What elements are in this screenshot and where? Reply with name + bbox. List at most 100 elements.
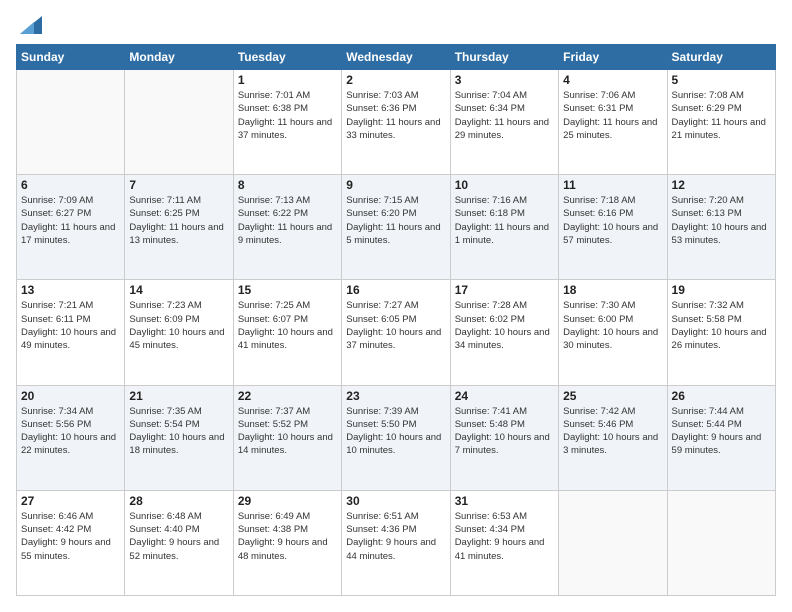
day-info: Sunrise: 7:39 AM Sunset: 5:50 PM Dayligh…	[346, 405, 445, 458]
day-number: 12	[672, 178, 771, 192]
logo-icon	[20, 16, 42, 34]
logo	[16, 16, 42, 34]
day-header-thursday: Thursday	[450, 45, 558, 70]
calendar-cell: 3 Sunrise: 7:04 AM Sunset: 6:34 PM Daylig…	[450, 70, 558, 175]
day-info: Sunrise: 7:20 AM Sunset: 6:13 PM Dayligh…	[672, 194, 771, 247]
day-number: 7	[129, 178, 228, 192]
calendar-table: SundayMondayTuesdayWednesdayThursdayFrid…	[16, 44, 776, 596]
day-info: Sunrise: 7:42 AM Sunset: 5:46 PM Dayligh…	[563, 405, 662, 458]
calendar-cell: 29 Sunrise: 6:49 AM Sunset: 4:38 PM Dayli…	[233, 490, 341, 595]
day-number: 17	[455, 283, 554, 297]
day-info: Sunrise: 7:35 AM Sunset: 5:54 PM Dayligh…	[129, 405, 228, 458]
day-info: Sunrise: 7:34 AM Sunset: 5:56 PM Dayligh…	[21, 405, 120, 458]
day-header-sunday: Sunday	[17, 45, 125, 70]
calendar-cell	[667, 490, 775, 595]
day-info: Sunrise: 7:32 AM Sunset: 5:58 PM Dayligh…	[672, 299, 771, 352]
calendar-cell: 14 Sunrise: 7:23 AM Sunset: 6:09 PM Dayli…	[125, 280, 233, 385]
day-number: 15	[238, 283, 337, 297]
day-info: Sunrise: 7:01 AM Sunset: 6:38 PM Dayligh…	[238, 89, 337, 142]
day-number: 19	[672, 283, 771, 297]
day-info: Sunrise: 6:49 AM Sunset: 4:38 PM Dayligh…	[238, 510, 337, 563]
day-header-wednesday: Wednesday	[342, 45, 450, 70]
calendar-cell: 21 Sunrise: 7:35 AM Sunset: 5:54 PM Dayli…	[125, 385, 233, 490]
day-number: 21	[129, 389, 228, 403]
calendar-week-row: 1 Sunrise: 7:01 AM Sunset: 6:38 PM Daylig…	[17, 70, 776, 175]
day-number: 9	[346, 178, 445, 192]
day-info: Sunrise: 7:30 AM Sunset: 6:00 PM Dayligh…	[563, 299, 662, 352]
day-number: 16	[346, 283, 445, 297]
day-number: 4	[563, 73, 662, 87]
day-info: Sunrise: 7:27 AM Sunset: 6:05 PM Dayligh…	[346, 299, 445, 352]
day-number: 30	[346, 494, 445, 508]
day-info: Sunrise: 7:28 AM Sunset: 6:02 PM Dayligh…	[455, 299, 554, 352]
day-header-monday: Monday	[125, 45, 233, 70]
day-info: Sunrise: 7:09 AM Sunset: 6:27 PM Dayligh…	[21, 194, 120, 247]
day-number: 8	[238, 178, 337, 192]
day-number: 29	[238, 494, 337, 508]
day-number: 26	[672, 389, 771, 403]
day-number: 18	[563, 283, 662, 297]
calendar-cell: 16 Sunrise: 7:27 AM Sunset: 6:05 PM Dayli…	[342, 280, 450, 385]
day-header-saturday: Saturday	[667, 45, 775, 70]
calendar-cell: 6 Sunrise: 7:09 AM Sunset: 6:27 PM Daylig…	[17, 175, 125, 280]
day-number: 31	[455, 494, 554, 508]
day-number: 24	[455, 389, 554, 403]
calendar-week-row: 27 Sunrise: 6:46 AM Sunset: 4:42 PM Dayli…	[17, 490, 776, 595]
calendar-cell: 9 Sunrise: 7:15 AM Sunset: 6:20 PM Daylig…	[342, 175, 450, 280]
calendar-week-row: 20 Sunrise: 7:34 AM Sunset: 5:56 PM Dayli…	[17, 385, 776, 490]
calendar-cell: 30Sunrise: 6:51 AM Sunset: 4:36 PM Dayli…	[342, 490, 450, 595]
day-info: Sunrise: 7:44 AM Sunset: 5:44 PM Dayligh…	[672, 405, 771, 458]
day-number: 6	[21, 178, 120, 192]
day-info: Sunrise: 7:04 AM Sunset: 6:34 PM Dayligh…	[455, 89, 554, 142]
day-number: 14	[129, 283, 228, 297]
day-number: 1	[238, 73, 337, 87]
day-info: Sunrise: 7:15 AM Sunset: 6:20 PM Dayligh…	[346, 194, 445, 247]
calendar-cell: 28 Sunrise: 6:48 AM Sunset: 4:40 PM Dayli…	[125, 490, 233, 595]
calendar-cell: 2Sunrise: 7:03 AM Sunset: 6:36 PM Daylig…	[342, 70, 450, 175]
day-info: Sunrise: 6:46 AM Sunset: 4:42 PM Dayligh…	[21, 510, 120, 563]
calendar-cell: 25 Sunrise: 7:42 AM Sunset: 5:46 PM Dayli…	[559, 385, 667, 490]
calendar-cell: 10Sunrise: 7:16 AM Sunset: 6:18 PM Dayli…	[450, 175, 558, 280]
day-number: 23	[346, 389, 445, 403]
calendar-week-row: 13Sunrise: 7:21 AM Sunset: 6:11 PM Dayli…	[17, 280, 776, 385]
day-number: 22	[238, 389, 337, 403]
day-number: 5	[672, 73, 771, 87]
calendar-cell: 26 Sunrise: 7:44 AM Sunset: 5:44 PM Dayli…	[667, 385, 775, 490]
day-number: 3	[455, 73, 554, 87]
calendar-cell: 1 Sunrise: 7:01 AM Sunset: 6:38 PM Daylig…	[233, 70, 341, 175]
day-info: Sunrise: 7:08 AM Sunset: 6:29 PM Dayligh…	[672, 89, 771, 142]
day-header-friday: Friday	[559, 45, 667, 70]
day-number: 20	[21, 389, 120, 403]
calendar-cell: 8Sunrise: 7:13 AM Sunset: 6:22 PM Daylig…	[233, 175, 341, 280]
calendar-cell: 23 Sunrise: 7:39 AM Sunset: 5:50 PM Dayli…	[342, 385, 450, 490]
calendar-cell: 19 Sunrise: 7:32 AM Sunset: 5:58 PM Dayli…	[667, 280, 775, 385]
calendar-cell: 17 Sunrise: 7:28 AM Sunset: 6:02 PM Dayli…	[450, 280, 558, 385]
day-info: Sunrise: 7:11 AM Sunset: 6:25 PM Dayligh…	[129, 194, 228, 247]
day-number: 28	[129, 494, 228, 508]
calendar-cell: 18 Sunrise: 7:30 AM Sunset: 6:00 PM Dayli…	[559, 280, 667, 385]
day-number: 25	[563, 389, 662, 403]
calendar-cell: 27 Sunrise: 6:46 AM Sunset: 4:42 PM Dayli…	[17, 490, 125, 595]
calendar-cell: 4 Sunrise: 7:06 AM Sunset: 6:31 PM Daylig…	[559, 70, 667, 175]
day-number: 2	[346, 73, 445, 87]
calendar-cell: 11Sunrise: 7:18 AM Sunset: 6:16 PM Dayli…	[559, 175, 667, 280]
calendar-cell	[559, 490, 667, 595]
day-info: Sunrise: 7:21 AM Sunset: 6:11 PM Dayligh…	[21, 299, 120, 352]
calendar-cell: 31Sunrise: 6:53 AM Sunset: 4:34 PM Dayli…	[450, 490, 558, 595]
day-info: Sunrise: 7:06 AM Sunset: 6:31 PM Dayligh…	[563, 89, 662, 142]
day-info: Sunrise: 7:25 AM Sunset: 6:07 PM Dayligh…	[238, 299, 337, 352]
day-info: Sunrise: 7:23 AM Sunset: 6:09 PM Dayligh…	[129, 299, 228, 352]
day-info: Sunrise: 6:48 AM Sunset: 4:40 PM Dayligh…	[129, 510, 228, 563]
day-info: Sunrise: 7:18 AM Sunset: 6:16 PM Dayligh…	[563, 194, 662, 247]
calendar-cell: 7 Sunrise: 7:11 AM Sunset: 6:25 PM Daylig…	[125, 175, 233, 280]
header	[16, 16, 776, 34]
calendar-cell: 5 Sunrise: 7:08 AM Sunset: 6:29 PM Daylig…	[667, 70, 775, 175]
page: SundayMondayTuesdayWednesdayThursdayFrid…	[0, 0, 792, 612]
calendar-cell: 22Sunrise: 7:37 AM Sunset: 5:52 PM Dayli…	[233, 385, 341, 490]
day-number: 27	[21, 494, 120, 508]
day-info: Sunrise: 7:16 AM Sunset: 6:18 PM Dayligh…	[455, 194, 554, 247]
calendar-cell: 20 Sunrise: 7:34 AM Sunset: 5:56 PM Dayli…	[17, 385, 125, 490]
calendar-week-row: 6 Sunrise: 7:09 AM Sunset: 6:27 PM Daylig…	[17, 175, 776, 280]
calendar-cell: 13Sunrise: 7:21 AM Sunset: 6:11 PM Dayli…	[17, 280, 125, 385]
day-info: Sunrise: 7:41 AM Sunset: 5:48 PM Dayligh…	[455, 405, 554, 458]
